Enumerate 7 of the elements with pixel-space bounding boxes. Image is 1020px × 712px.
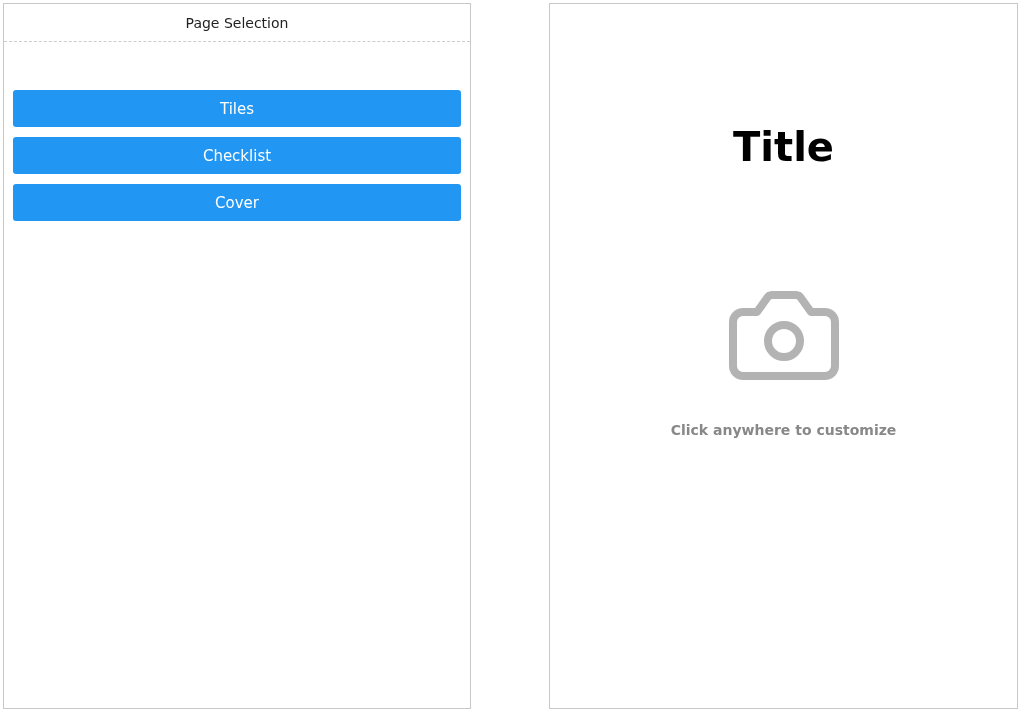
camera-icon[interactable] bbox=[728, 290, 839, 380]
panel-title: Page Selection bbox=[185, 14, 289, 31]
customize-hint: Click anywhere to customize bbox=[670, 422, 897, 438]
page-type-button[interactable]: Checklist bbox=[13, 137, 461, 174]
page-type-button[interactable]: Cover bbox=[13, 184, 461, 221]
page-type-button[interactable]: Tiles bbox=[13, 90, 461, 127]
cover-title[interactable]: Title bbox=[733, 122, 834, 172]
